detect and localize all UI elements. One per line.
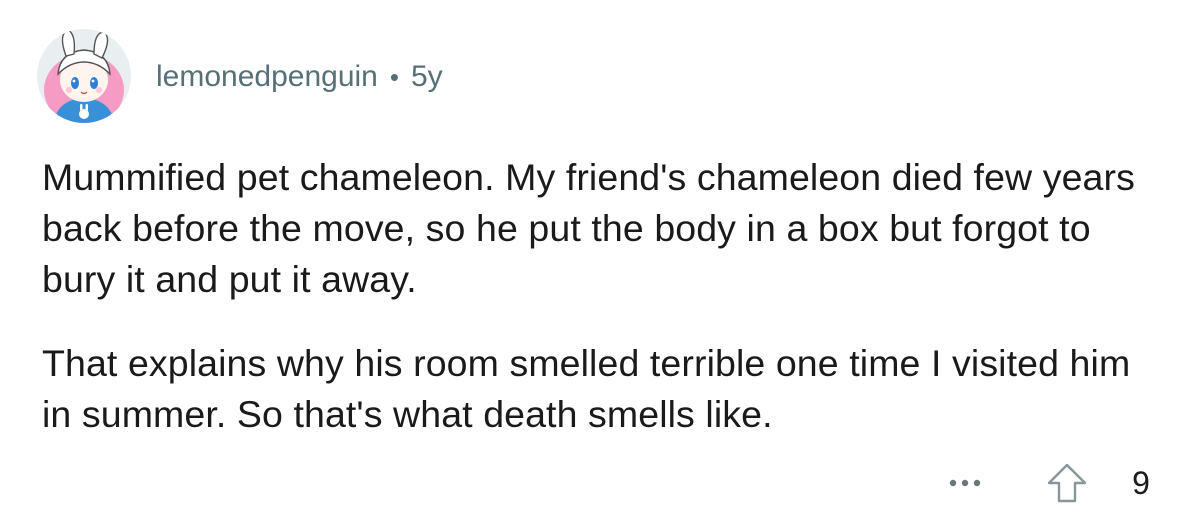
more-horizontal-icon — [949, 479, 981, 487]
author-username[interactable]: lemonedpenguin — [156, 60, 378, 94]
upvote-arrow-icon — [1047, 463, 1087, 503]
comment-header: lemonedpenguin • 5y — [36, 24, 443, 128]
comment-age: 5y — [410, 60, 443, 93]
avatar-illustration-icon — [37, 29, 131, 123]
meta-separator: • — [389, 61, 399, 92]
more-options-button[interactable] — [945, 463, 985, 503]
user-avatar[interactable] — [36, 28, 132, 124]
comment-card: lemonedpenguin • 5y Mummified pet chamel… — [0, 0, 1179, 513]
comment-paragraph: That explains why his room smelled terri… — [42, 342, 1131, 435]
vote-score: 9 — [1132, 464, 1150, 501]
comment-body: Mummified pet chameleon. My friend's cha… — [42, 152, 1152, 473]
comment-actions: 9 — [945, 458, 1151, 508]
upvote-button[interactable] — [1043, 459, 1091, 507]
comment-meta: lemonedpenguin • 5y — [156, 60, 443, 94]
comment-paragraph: Mummified pet chameleon. My friend's cha… — [42, 156, 1135, 300]
